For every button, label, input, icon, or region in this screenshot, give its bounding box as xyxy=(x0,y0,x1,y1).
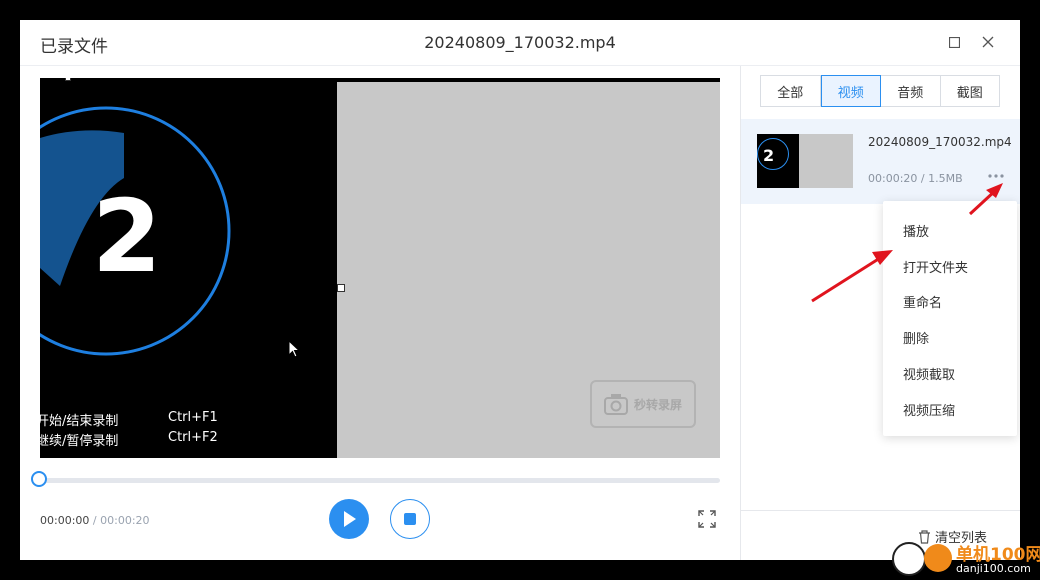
thumbnail-gray xyxy=(799,134,853,188)
more-options-button[interactable] xyxy=(987,170,1005,182)
resize-handle[interactable] xyxy=(337,284,345,292)
hotkey-row: 开始/结束录制 Ctrl+F1 xyxy=(40,410,218,429)
fullscreen-icon xyxy=(698,510,716,528)
resize-handle[interactable] xyxy=(65,78,71,81)
play-button[interactable] xyxy=(329,499,369,539)
menu-item-delete[interactable]: 删除 xyxy=(903,328,929,347)
maximize-button[interactable] xyxy=(944,32,964,52)
menu-item-compress[interactable]: 视频压缩 xyxy=(903,400,955,419)
menu-item-rename[interactable]: 重命名 xyxy=(903,292,942,311)
close-button[interactable] xyxy=(978,32,998,52)
file-name: 20240809_170032.mp4 xyxy=(868,135,1012,149)
countdown-number: 2 xyxy=(92,178,162,295)
context-menu: 播放 打开文件夹 重命名 删除 视频截取 视频压缩 xyxy=(883,201,1017,436)
hotkey-row: 继续/暂停录制 Ctrl+F2 xyxy=(40,430,218,449)
close-icon xyxy=(982,36,994,48)
thumbnail-number: 2 xyxy=(763,146,775,165)
hotkey-action: 继续/暂停录制 xyxy=(40,434,119,449)
mouse-cursor-icon xyxy=(288,340,301,358)
tab-video[interactable]: 视频 xyxy=(820,75,881,107)
logo-text-en: danji100.com xyxy=(956,562,1031,575)
site-logo: 单机100网 danji100.com xyxy=(888,540,1040,580)
title-bar: 已录文件 20240809_170032.mp4 xyxy=(20,20,1020,66)
hotkey-key: Ctrl+F2 xyxy=(168,430,218,445)
progress-track[interactable] xyxy=(40,478,720,483)
countdown-ring-icon xyxy=(40,106,231,356)
menu-item-trim[interactable]: 视频截取 xyxy=(903,364,955,383)
footer-divider xyxy=(741,510,1020,511)
tab-audio[interactable]: 音频 xyxy=(881,76,941,106)
stop-button[interactable] xyxy=(390,499,430,539)
more-icon xyxy=(988,174,1004,178)
progress-knob[interactable] xyxy=(31,471,47,487)
hotkey-action: 开始/结束录制 xyxy=(40,414,119,429)
stop-icon xyxy=(404,513,416,525)
total-time: 00:00:20 xyxy=(100,514,150,527)
menu-item-play[interactable]: 播放 xyxy=(903,221,929,240)
logo-circle xyxy=(892,542,926,576)
video-thumbnail: 2 xyxy=(757,134,853,188)
watermark-text: 秒转录屏 xyxy=(633,397,682,412)
maximize-icon xyxy=(948,36,960,48)
video-black-region: 2 开始/结束录制 Ctrl+F1 继续/暂停录制 Ctrl+F2 xyxy=(40,78,337,458)
video-preview[interactable]: 2 开始/结束录制 Ctrl+F1 继续/暂停录制 Ctrl+F2 秒转录屏 xyxy=(40,78,720,458)
hotkey-key: Ctrl+F1 xyxy=(168,410,218,425)
recorded-files-window: 已录文件 20240809_170032.mp4 2 开始/结束录制 Ctrl+… xyxy=(20,20,1020,560)
list-item[interactable]: 2 20240809_170032.mp4 00:00:20 / 1.5MB xyxy=(741,119,1020,204)
tab-all[interactable]: 全部 xyxy=(761,76,821,106)
watermark: 秒转录屏 xyxy=(590,380,696,428)
time-separator: / xyxy=(92,514,97,527)
file-meta: 00:00:20 / 1.5MB xyxy=(868,172,963,185)
time-display: 00:00:00 / 00:00:20 xyxy=(40,514,150,527)
video-gray-region: 秒转录屏 xyxy=(337,82,720,458)
filter-tabs: 全部 视频 音频 截图 xyxy=(760,75,1000,107)
play-icon xyxy=(344,511,356,527)
tab-screenshot[interactable]: 截图 xyxy=(941,76,1000,106)
menu-item-open-folder[interactable]: 打开文件夹 xyxy=(903,257,968,276)
camera-icon xyxy=(603,394,628,415)
current-time: 00:00:00 xyxy=(40,514,90,527)
fullscreen-button[interactable] xyxy=(698,510,716,528)
logo-orange-circle xyxy=(924,544,952,572)
current-filename: 20240809_170032.mp4 xyxy=(424,33,616,52)
